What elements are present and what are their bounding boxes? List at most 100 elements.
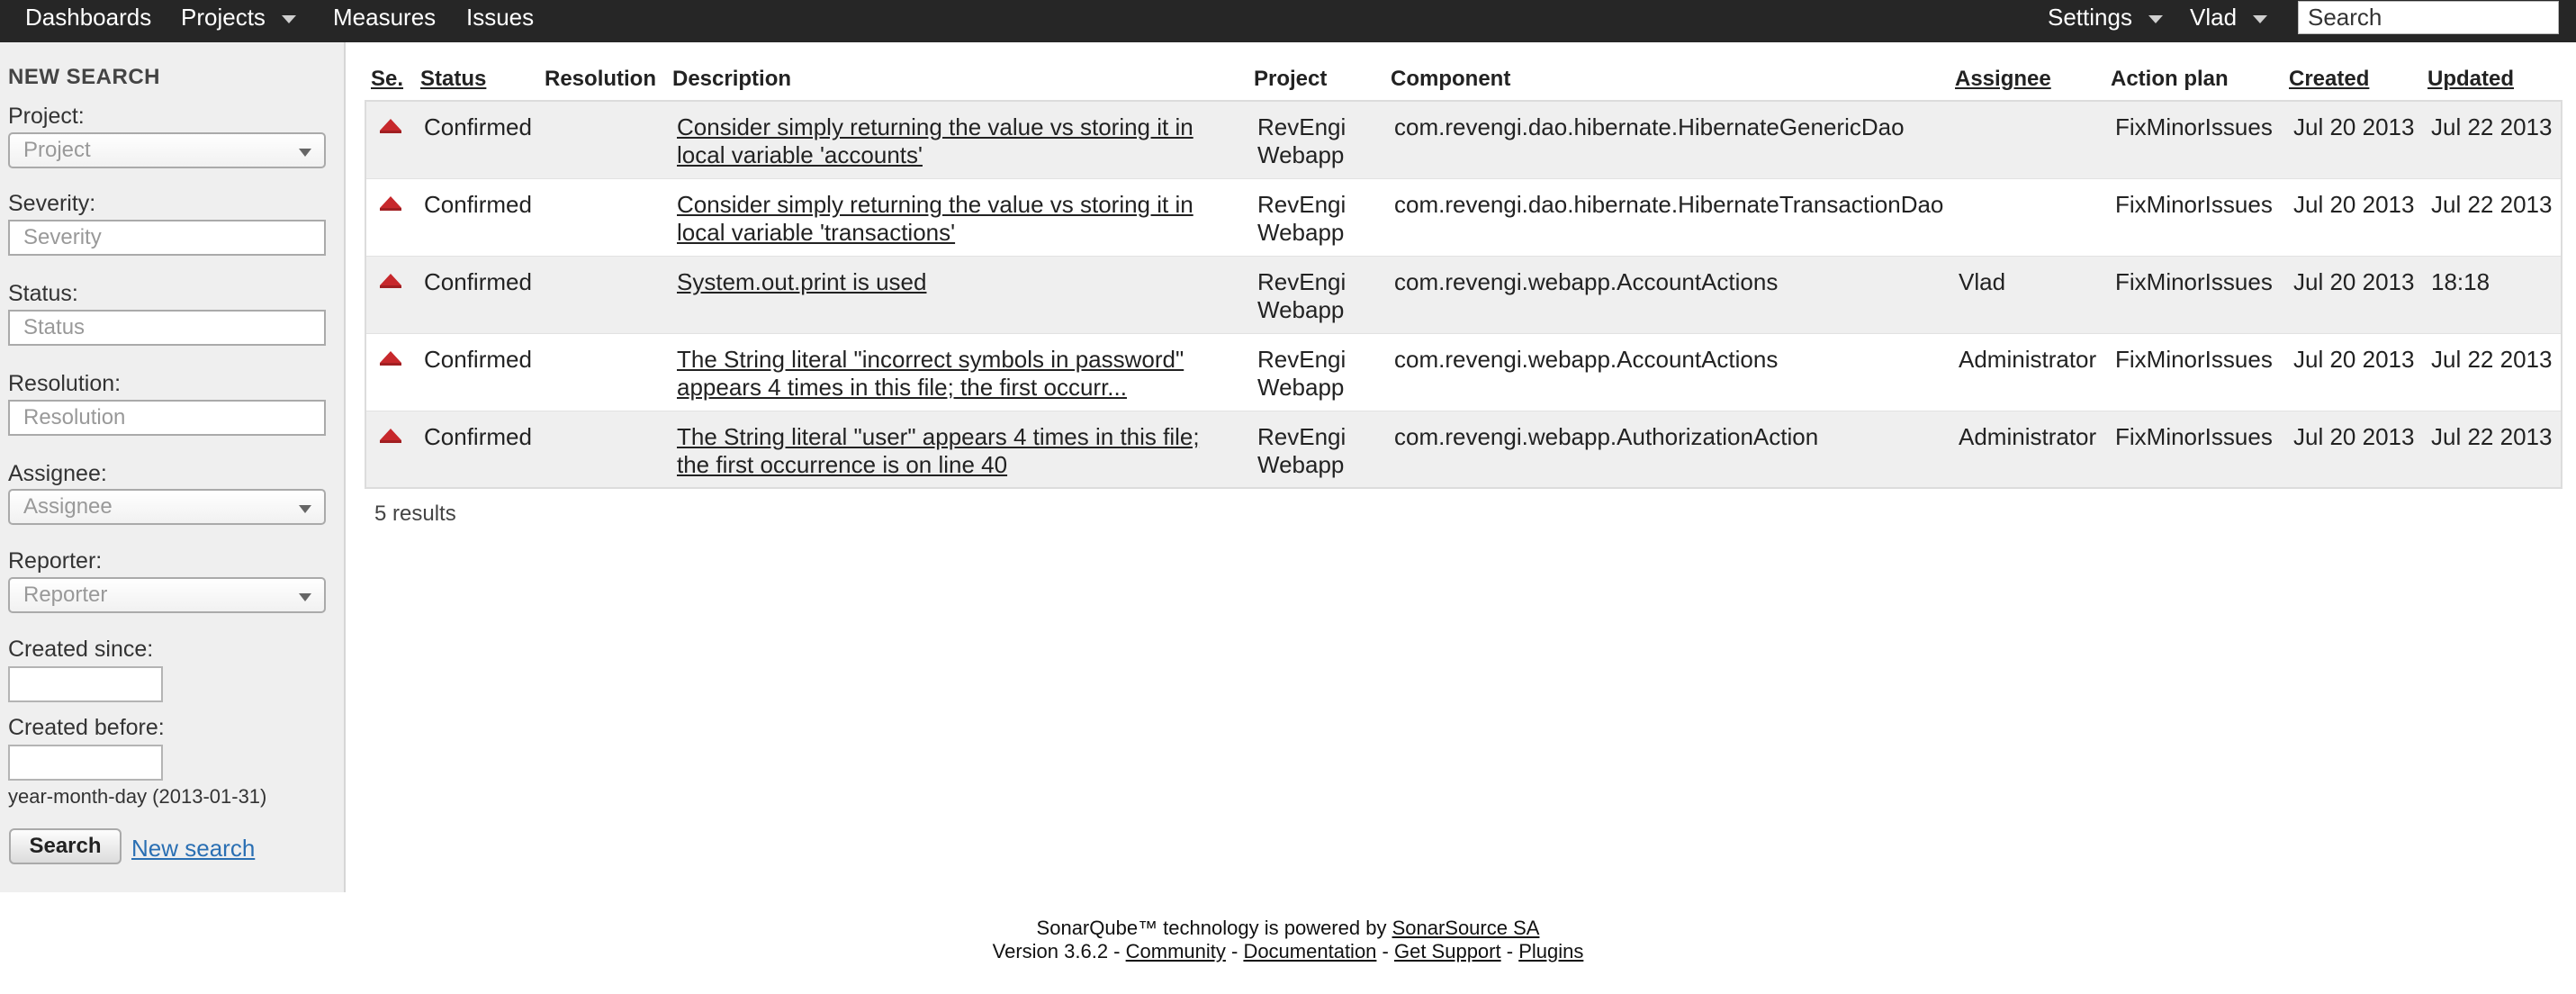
dropdown-arrow-icon (299, 505, 311, 513)
issue-project: RevEngi Webapp (1257, 423, 1347, 478)
footer-separator: - (1225, 940, 1244, 962)
created-before-input[interactable] (8, 745, 163, 781)
issue-project: RevEngi Webapp (1257, 113, 1347, 168)
resolution-field-placeholder: Resolution (23, 405, 126, 429)
results-count: 5 results (374, 502, 456, 526)
nav-settings-label: Settings (2048, 4, 2132, 31)
issue-created: Jul 20 2013 (2293, 423, 2415, 450)
search-button[interactable]: Search (9, 828, 122, 864)
issue-project: RevEngi Webapp (1257, 346, 1347, 401)
column-header-component: Component (1391, 67, 1511, 91)
documentation-link[interactable]: Documentation (1243, 940, 1376, 962)
issue-action-plan: FixMinorIssues (2115, 268, 2273, 295)
footer-separator: - (1376, 940, 1394, 962)
issue-updated: Jul 22 2013 (2431, 191, 2553, 218)
reporter-select-placeholder: Reporter (23, 583, 108, 607)
created-before-label: Created before: (8, 715, 165, 740)
column-header-severity[interactable]: Se. (371, 67, 403, 92)
footer-line-powered-by: SonarQube™ technology is powered by Sona… (0, 917, 2576, 940)
created-since-input[interactable] (8, 666, 163, 702)
project-select[interactable]: Project (8, 132, 326, 168)
created-since-label: Created since: (8, 637, 154, 662)
status-field-placeholder: Status (23, 315, 86, 339)
severity-label: Severity: (8, 191, 96, 216)
nav-issues[interactable]: Issues (466, 0, 534, 34)
major-severity-icon (380, 351, 401, 366)
date-format-hint: year-month-day (2013-01-31) (8, 785, 267, 808)
resolution-field[interactable]: Resolution (8, 400, 326, 436)
major-severity-icon (380, 119, 401, 133)
issue-action-plan: FixMinorIssues (2115, 113, 2273, 140)
project-label: Project: (8, 104, 85, 129)
footer-separator: - (1500, 940, 1519, 962)
issue-action-plan: FixMinorIssues (2115, 423, 2273, 450)
nav-projects-label: Projects (181, 4, 266, 31)
get-support-link[interactable]: Get Support (1394, 940, 1501, 962)
column-header-description: Description (672, 67, 792, 91)
issue-status: Confirmed (424, 346, 532, 373)
column-header-resolution: Resolution (545, 67, 656, 91)
column-header-status[interactable]: Status (420, 67, 486, 92)
major-severity-icon (380, 429, 401, 443)
status-field[interactable]: Status (8, 310, 326, 346)
issue-description-link[interactable]: System.out.print is used (677, 268, 1217, 296)
nav-settings[interactable]: Settings (2048, 0, 2163, 34)
column-header-project: Project (1254, 67, 1328, 91)
status-label: Status: (8, 281, 78, 306)
issue-assignee: Administrator (1959, 423, 2097, 450)
footer-powered-text: SonarQube™ technology is powered by (1036, 917, 1392, 939)
issue-status: Confirmed (424, 113, 532, 140)
nav-user-menu[interactable]: Vlad (2190, 0, 2268, 34)
severity-field[interactable]: Severity (8, 220, 326, 256)
nav-dashboards[interactable]: Dashboards (25, 0, 151, 34)
issue-assignee: Vlad (1959, 268, 2006, 295)
top-navigation-bar: Dashboards Projects Measures Issues Sett… (0, 0, 2576, 42)
column-header-updated[interactable]: Updated (2427, 67, 2514, 92)
column-header-created[interactable]: Created (2289, 67, 2369, 92)
issue-updated: Jul 22 2013 (2431, 113, 2553, 140)
project-select-placeholder: Project (23, 138, 91, 162)
reporter-label: Reporter: (8, 548, 103, 574)
community-link[interactable]: Community (1126, 940, 1226, 962)
sonarsource-link[interactable]: SonarSource SA (1392, 917, 1540, 939)
nav-measures[interactable]: Measures (333, 0, 436, 34)
footer-version-text: Version 3.6.2 - (992, 940, 1126, 962)
major-severity-icon (380, 274, 401, 288)
issue-action-plan: FixMinorIssues (2115, 346, 2273, 373)
dropdown-arrow-icon (299, 149, 311, 157)
issue-project: RevEngi Webapp (1257, 268, 1347, 323)
reporter-select[interactable]: Reporter (8, 577, 326, 613)
chevron-down-icon (2148, 14, 2163, 23)
issue-component: com.revengi.webapp.AuthorizationAction (1394, 423, 1819, 450)
issue-description-link[interactable]: The String literal "incorrect symbols in… (677, 346, 1217, 402)
issue-status: Confirmed (424, 268, 532, 295)
new-search-link[interactable]: New search (131, 835, 255, 863)
issue-status: Confirmed (424, 191, 532, 218)
nav-user-label: Vlad (2190, 4, 2238, 31)
page-footer: SonarQube™ technology is powered by Sona… (0, 917, 2576, 963)
issue-component: com.revengi.dao.hibernate.HibernateTrans… (1394, 191, 1944, 218)
issue-project: RevEngi Webapp (1257, 191, 1347, 246)
issue-description-link[interactable]: Consider simply returning the value vs s… (677, 113, 1217, 169)
assignee-select-placeholder: Assignee (23, 494, 113, 519)
issue-created: Jul 20 2013 (2293, 346, 2415, 373)
assignee-select[interactable]: Assignee (8, 489, 326, 525)
issue-status: Confirmed (424, 423, 532, 450)
issue-created: Jul 20 2013 (2293, 113, 2415, 140)
issue-description-link[interactable]: Consider simply returning the value vs s… (677, 191, 1217, 247)
major-severity-icon (380, 196, 401, 211)
assignee-label: Assignee: (8, 461, 107, 486)
footer-line-version: Version 3.6.2 - Community - Documentatio… (0, 940, 2576, 963)
dropdown-arrow-icon (299, 593, 311, 601)
chevron-down-icon (281, 14, 296, 23)
nav-projects[interactable]: Projects (181, 0, 296, 34)
issue-description-link[interactable]: The String literal "user" appears 4 time… (677, 423, 1217, 479)
issue-component: com.revengi.webapp.AccountActions (1394, 346, 1779, 373)
plugins-link[interactable]: Plugins (1518, 940, 1583, 962)
issue-updated: Jul 22 2013 (2431, 346, 2553, 373)
issue-updated: Jul 22 2013 (2431, 423, 2553, 450)
issue-component: com.revengi.dao.hibernate.HibernateGener… (1394, 113, 1905, 140)
global-search-input[interactable] (2298, 1, 2559, 34)
column-header-assignee[interactable]: Assignee (1955, 67, 2051, 92)
issue-updated: 18:18 (2431, 268, 2490, 295)
